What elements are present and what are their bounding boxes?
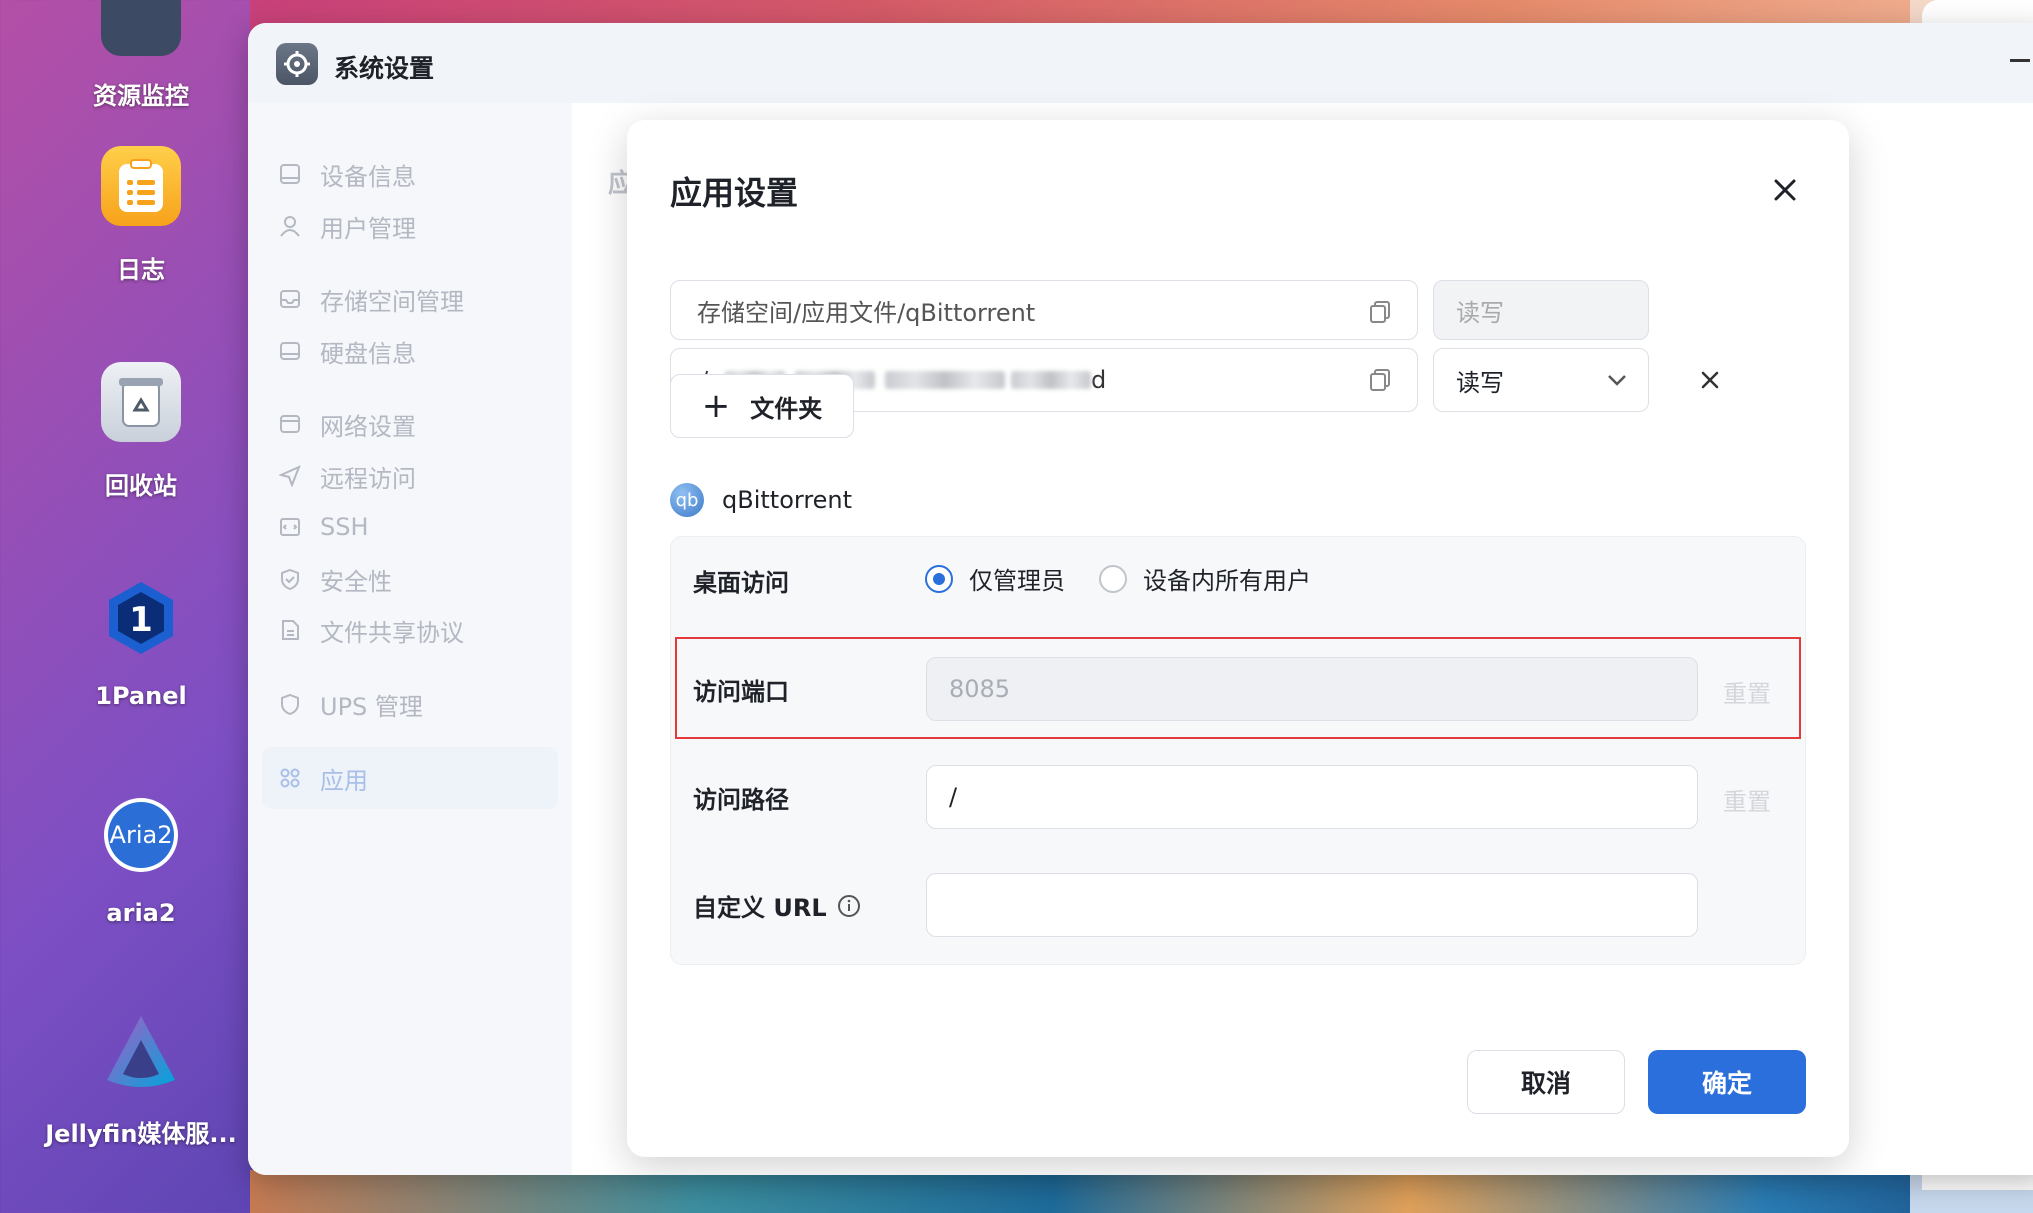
desktop-icon-resource-monitor[interactable]: 资源监控	[20, 0, 262, 111]
redacted-text	[1011, 371, 1091, 389]
radio-all-users[interactable]: 设备内所有用户	[1099, 561, 1311, 596]
scroll-fade	[627, 240, 1849, 280]
sidebar-item-user-management[interactable]: 用户管理	[262, 195, 558, 257]
sidebar-item-label: 设备信息	[320, 162, 416, 191]
svg-text:Aria2: Aria2	[110, 821, 173, 849]
window-title: 系统设置	[334, 54, 435, 83]
desktop-icon-label: aria2	[106, 899, 176, 927]
path-value: /	[949, 783, 958, 811]
path-reset-button[interactable]: 重置	[1723, 782, 1771, 817]
folder-path-field[interactable]: 存储空间/应用文件/qBittorrent	[670, 280, 1418, 340]
folder-path-text: 存储空间/应用文件/qBittorrent	[697, 298, 1036, 327]
ups-icon	[276, 690, 304, 718]
qbittorrent-logo-icon: qb	[670, 483, 704, 517]
sidebar-item-label: 安全性	[320, 567, 392, 596]
log-icon	[101, 146, 181, 226]
gear-icon	[276, 43, 318, 85]
plus-icon: +	[701, 386, 731, 426]
monitor-icon	[101, 0, 181, 56]
shield-icon	[276, 565, 304, 593]
desktop-icon-aria2[interactable]: Aria2 aria2	[20, 795, 262, 927]
disk-icon	[276, 337, 304, 365]
remove-folder-button[interactable]	[1693, 363, 1727, 397]
sidebar-item-label: 存储空间管理	[320, 287, 464, 316]
permission-select[interactable]: 读写	[1433, 280, 1649, 340]
port-reset-button[interactable]: 重置	[1723, 674, 1771, 709]
radio-button	[1099, 564, 1127, 593]
device-icon	[276, 160, 304, 188]
close-icon	[1774, 179, 1796, 201]
path-input[interactable]: /	[926, 765, 1698, 829]
sidebar-item-ups[interactable]: UPS 管理	[262, 673, 558, 735]
sidebar-item-label: 网络设置	[320, 412, 416, 441]
permission-value: 读写	[1456, 368, 1504, 397]
1panel-icon: 1	[101, 578, 181, 658]
remote-icon	[276, 462, 304, 490]
port-label: 访问端口	[693, 678, 789, 706]
sidebar-item-apps[interactable]: 应用	[262, 747, 558, 809]
desktop-icon-label: 日志	[117, 256, 165, 284]
sidebar-item-label: 用户管理	[320, 214, 416, 243]
svg-text:1: 1	[129, 600, 153, 640]
custom-url-label: 自定义 URL	[693, 888, 861, 923]
redacted-text	[885, 371, 1005, 389]
close-icon	[1701, 371, 1719, 389]
desktop-icon-label: 资源监控	[93, 82, 189, 110]
desktop-icon-1panel[interactable]: 1 1Panel	[20, 578, 262, 710]
copy-icon[interactable]	[1369, 300, 1391, 330]
recycle-bin-icon	[101, 362, 181, 442]
sidebar-item-file-sharing[interactable]: 文件共享协议	[262, 599, 558, 661]
jellyfin-icon	[101, 1010, 181, 1090]
chevron-down-icon	[1606, 369, 1628, 397]
sidebar-item-label: 应用	[320, 766, 368, 795]
file-share-icon	[276, 616, 304, 644]
app-settings-card: 桌面访问 仅管理员 设备内所有用户 访问端口 8085 重置 访问路径 / 重置…	[670, 536, 1806, 965]
desktop-icon-label: 1Panel	[95, 682, 187, 710]
desktop-icon-recycle-bin[interactable]: 回收站	[20, 362, 262, 501]
custom-url-input[interactable]	[926, 873, 1698, 937]
app-settings-dialog: 应用设置 存储空间/应用文件/qBittorrent 读写 存 d 读写 + 文…	[627, 120, 1849, 1157]
port-value: 8085	[949, 675, 1011, 703]
copy-icon[interactable]	[1369, 368, 1391, 398]
app-name: qBittorrent	[722, 486, 853, 514]
apps-icon	[276, 764, 304, 792]
desktop-icon-jellyfin[interactable]: Jellyfin媒体服...	[20, 1010, 262, 1149]
settings-sidebar: 设备信息 用户管理 存储空间管理 硬盘信息 网络设置 远程访问 SSH 安全性	[248, 103, 572, 1175]
sidebar-item-label: 远程访问	[320, 464, 416, 493]
desktop-access-label: 桌面访问	[693, 569, 789, 597]
cancel-button[interactable]: 取消	[1467, 1050, 1625, 1114]
desktop-icon-log[interactable]: 日志	[20, 146, 262, 285]
window-titlebar: 系统设置	[248, 23, 2033, 103]
user-icon	[276, 212, 304, 240]
folder-path-end: d	[1091, 366, 1107, 394]
path-label: 访问路径	[693, 786, 789, 814]
permission-select[interactable]: 读写	[1433, 348, 1649, 412]
desktop-icon-label: 回收站	[105, 472, 177, 500]
confirm-button[interactable]: 确定	[1648, 1050, 1806, 1114]
radio-label: 设备内所有用户	[1143, 567, 1311, 595]
add-folder-button[interactable]: + 文件夹	[670, 374, 854, 438]
port-input[interactable]: 8085	[926, 657, 1698, 721]
wallpaper-strip	[250, 1170, 2033, 1213]
radio-label: 仅管理员	[969, 567, 1065, 595]
permission-value: 读写	[1456, 298, 1504, 327]
network-icon	[276, 410, 304, 438]
sidebar-item-label: 文件共享协议	[320, 618, 464, 647]
dialog-title: 应用设置	[670, 174, 799, 212]
ssh-icon	[276, 513, 304, 541]
desktop-icon-label: Jellyfin媒体服...	[45, 1120, 237, 1148]
close-button[interactable]	[1765, 170, 1805, 210]
add-folder-label: 文件夹	[750, 394, 823, 423]
sidebar-item-label: UPS 管理	[320, 692, 423, 721]
radio-admin-only[interactable]: 仅管理员	[925, 561, 1065, 596]
aria2-icon: Aria2	[101, 795, 181, 875]
sidebar-item-label: SSH	[320, 513, 369, 541]
radio-button	[925, 564, 953, 593]
sidebar-item-label: 硬盘信息	[320, 339, 416, 368]
sidebar-item-disk-info[interactable]: 硬盘信息	[262, 320, 558, 382]
storage-icon	[276, 285, 304, 313]
minimize-button[interactable]	[2010, 59, 2030, 62]
app-header: qb qBittorrent	[670, 483, 852, 517]
info-icon[interactable]	[837, 894, 861, 918]
